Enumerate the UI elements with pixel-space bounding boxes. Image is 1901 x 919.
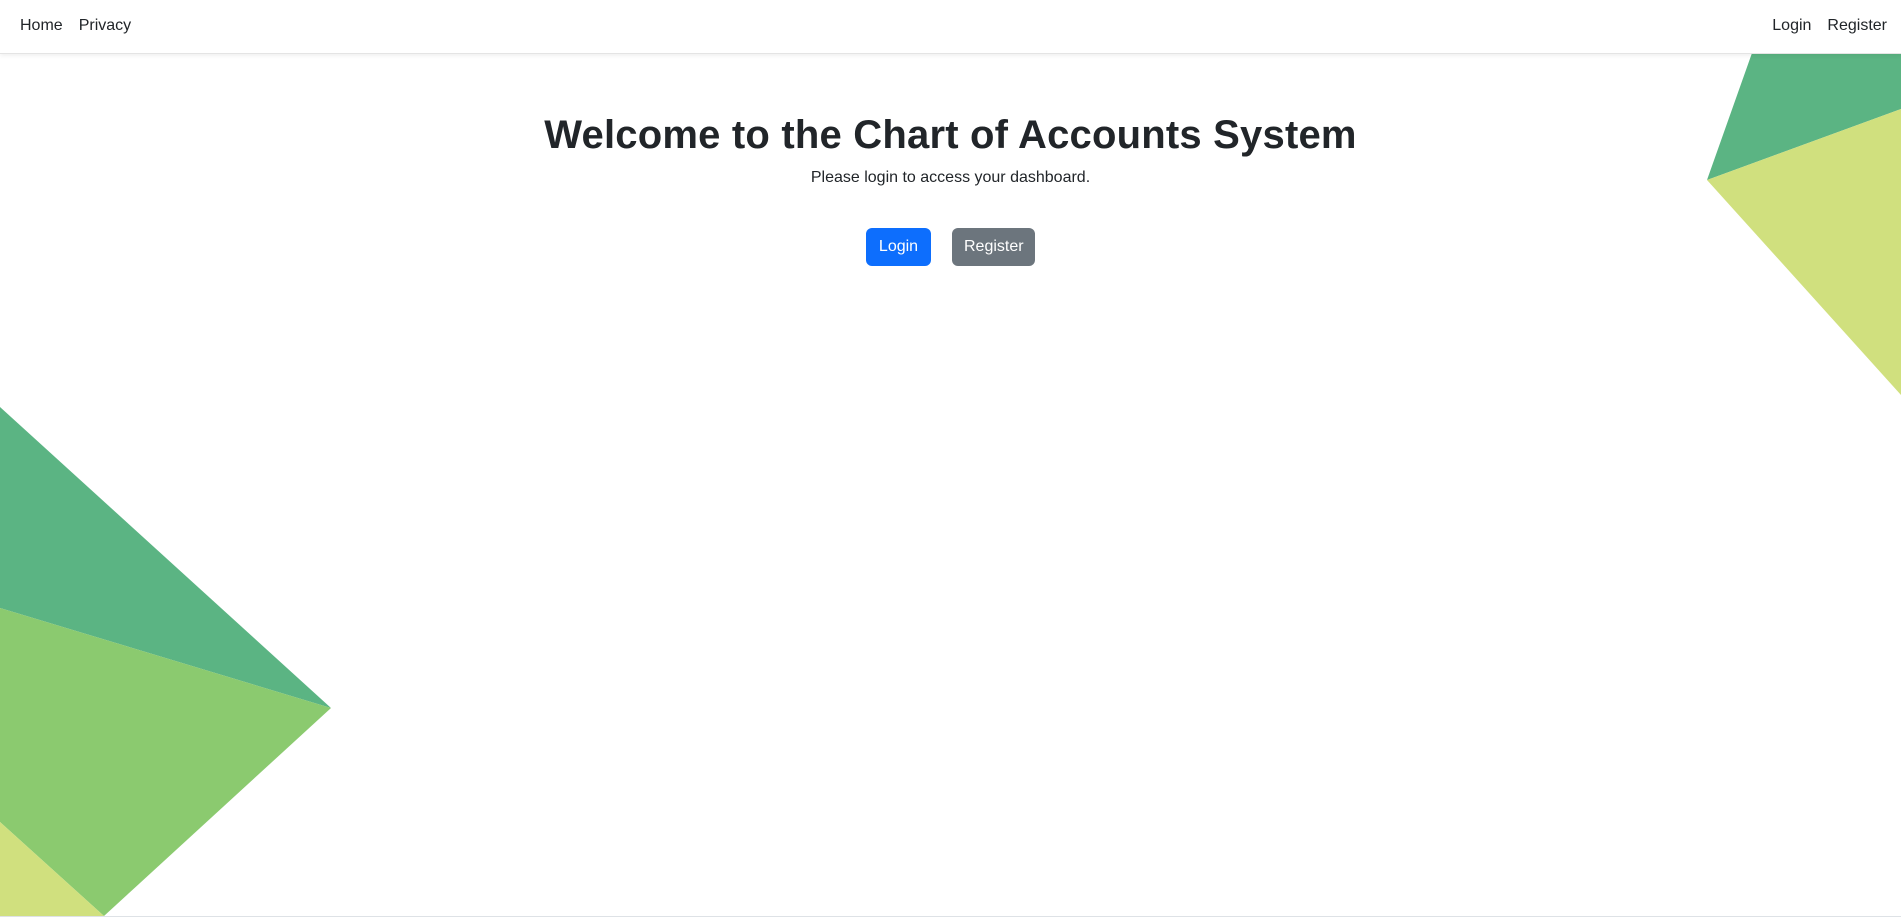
top-navbar: Home Privacy Login Register: [0, 0, 1901, 54]
bottom-left-light-green-shape: [0, 822, 104, 916]
page-title: Welcome to the Chart of Accounts System: [544, 113, 1357, 157]
nav-login-link[interactable]: Login: [1772, 17, 1811, 35]
page-subtitle: Please login to access your dashboard.: [810, 169, 1091, 186]
nav-right-group: Login Register: [1756, 0, 1887, 52]
bottom-left-dark-green-shape: [0, 407, 331, 708]
nav-left-group: Home Privacy: [20, 0, 147, 52]
nav-register-link[interactable]: Register: [1827, 17, 1887, 35]
login-button[interactable]: Login: [866, 228, 931, 266]
footer-divider: [0, 916, 1901, 917]
hero-button-row: Login Register: [0, 228, 1901, 266]
nav-home-link[interactable]: Home: [20, 17, 63, 35]
register-button[interactable]: Register: [952, 228, 1035, 266]
nav-privacy-link[interactable]: Privacy: [79, 17, 131, 35]
hero-section: Welcome to the Chart of Accounts System …: [0, 53, 1901, 266]
bottom-left-mid-green-shape: [0, 608, 331, 916]
